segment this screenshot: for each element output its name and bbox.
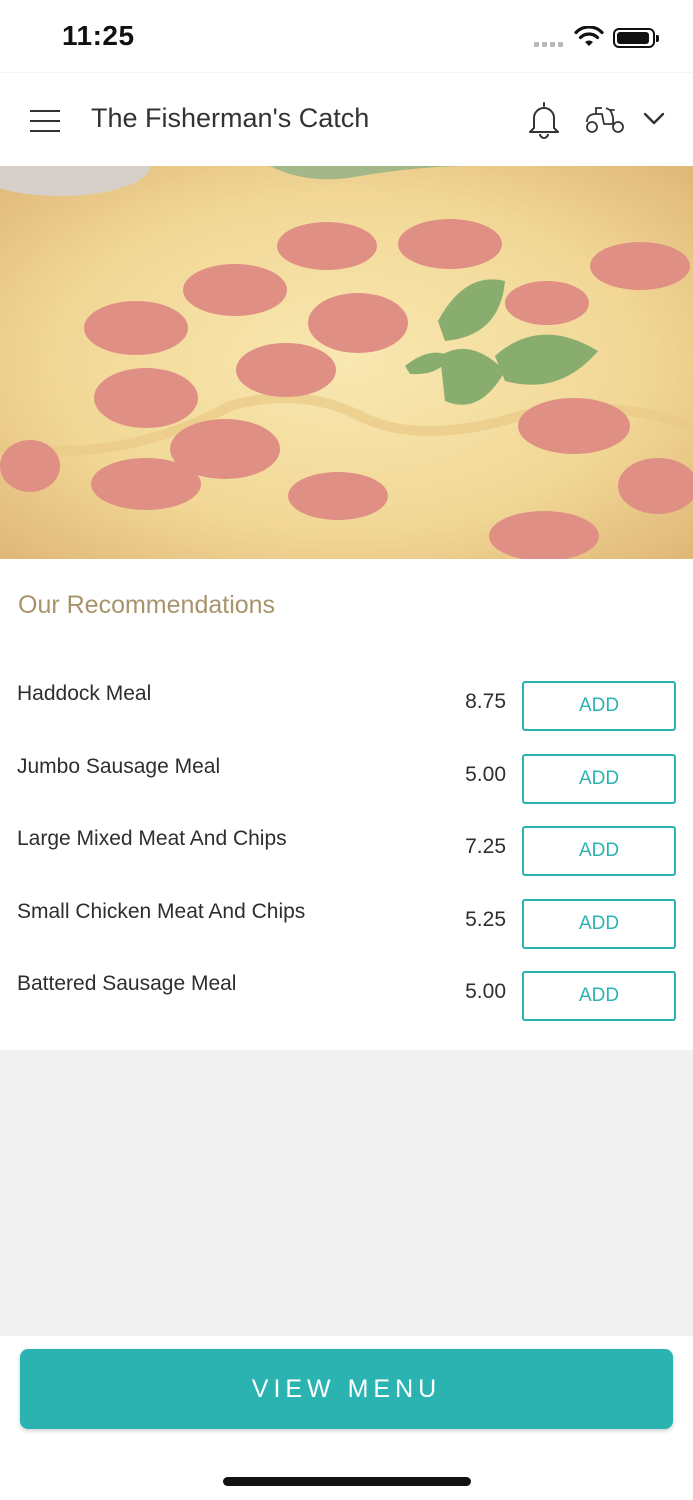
list-item: Battered Sausage Meal 5.00 ADD xyxy=(0,966,693,1039)
scooter-icon[interactable] xyxy=(584,104,626,134)
bell-icon[interactable] xyxy=(526,100,562,140)
chevron-down-icon[interactable] xyxy=(643,112,665,126)
list-item: Haddock Meal 8.75 ADD xyxy=(0,676,693,749)
list-item: Jumbo Sausage Meal 5.00 ADD xyxy=(0,749,693,822)
status-time: 11:25 xyxy=(62,20,135,51)
empty-content-area xyxy=(0,1050,693,1336)
add-button[interactable]: ADD xyxy=(522,826,676,876)
cellular-signal-icon xyxy=(534,42,563,47)
add-button[interactable]: ADD xyxy=(522,753,676,804)
item-price: 5.00 xyxy=(465,762,506,786)
item-name: Large Mixed Meat And Chips xyxy=(17,827,287,850)
item-name: Haddock Meal xyxy=(17,682,152,705)
home-indicator xyxy=(223,1477,471,1486)
item-name: Battered Sausage Meal xyxy=(17,972,237,995)
list-item: Small Chicken Meat And Chips 5.25 ADD xyxy=(0,894,693,967)
menu-icon[interactable] xyxy=(30,110,60,132)
wifi-icon xyxy=(574,26,604,46)
battery-icon xyxy=(613,28,659,48)
item-price: 7.25 xyxy=(465,835,506,858)
hero-pizza-image xyxy=(0,166,693,559)
item-price: 8.75 xyxy=(465,690,506,713)
item-name: Small Chicken Meat And Chips xyxy=(17,899,306,923)
app-header: The Fisherman's Catch xyxy=(0,72,693,166)
item-price: 5.00 xyxy=(465,980,506,1003)
add-button[interactable]: ADD xyxy=(522,971,676,1021)
recommendations-title: Our Recommendations xyxy=(18,591,276,619)
recommendations-list: Haddock Meal 8.75 ADD Jumbo Sausage Meal… xyxy=(0,676,693,1039)
status-bar: 11:25 xyxy=(0,0,693,72)
item-price: 5.25 xyxy=(465,907,506,931)
restaurant-title: The Fisherman's Catch xyxy=(91,103,370,133)
item-name: Jumbo Sausage Meal xyxy=(17,754,221,778)
add-button[interactable]: ADD xyxy=(522,898,676,949)
list-item: Large Mixed Meat And Chips 7.25 ADD xyxy=(0,821,693,894)
add-button[interactable]: ADD xyxy=(522,681,676,731)
view-menu-button[interactable]: VIEW MENU xyxy=(20,1349,673,1429)
